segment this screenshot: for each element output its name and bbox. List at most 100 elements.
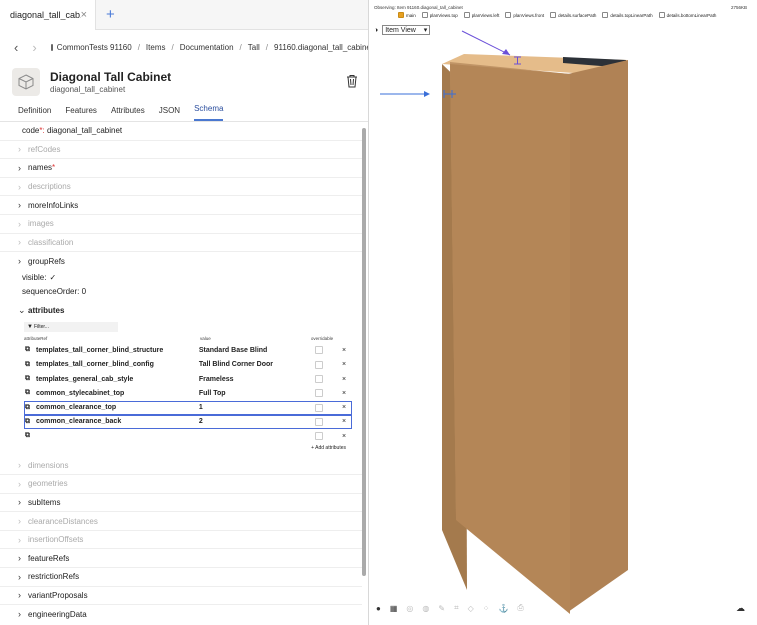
images-row[interactable]: › images (0, 215, 362, 234)
checkbox-checked[interactable] (398, 12, 404, 18)
layer-toggle[interactable]: details.surfacePath (550, 12, 596, 18)
table-row-selected[interactable]: ⧉ common_clearance_top 1 × (24, 400, 352, 415)
external-link-icon[interactable]: ⧉ (25, 361, 30, 369)
scrollbar[interactable] (362, 128, 366, 576)
external-link-icon[interactable]: ⧉ (25, 389, 30, 397)
attribute-ref[interactable]: common_clearance_back (36, 418, 121, 425)
grid-icon[interactable]: ▦ (390, 604, 398, 613)
names-row[interactable]: › names * (0, 159, 362, 178)
code-value[interactable]: diagonal_tall_cabinet (47, 126, 122, 135)
forward-icon[interactable]: › (32, 40, 36, 55)
restrictionrefs-row[interactable]: › restrictionRefs (0, 568, 362, 587)
add-attributes-button[interactable]: + Add attributes (24, 443, 352, 453)
breadcrumb-item[interactable]: Documentation (180, 43, 234, 52)
tab-definition[interactable]: Definition (18, 106, 51, 121)
table-row[interactable]: ⧉ common_stylecabinet_top Full Top × (24, 386, 352, 400)
overridable-checkbox[interactable] (315, 360, 324, 369)
layer-toggle[interactable]: planViews.front (505, 12, 544, 18)
layer-toggle[interactable]: details.bottomLinearPath (658, 12, 716, 18)
attribute-ref[interactable]: templates_tall_corner_blind_structure (36, 347, 163, 354)
pencil-icon[interactable]: ✎ (438, 604, 445, 613)
table-row[interactable]: ⧉ templates_general_cab_style Frameless × (24, 372, 352, 386)
tab-json[interactable]: JSON (159, 106, 180, 121)
tab-attributes[interactable]: Attributes (111, 106, 145, 121)
palette-icon[interactable]: ● (376, 604, 381, 613)
attribute-ref[interactable]: templates_tall_corner_blind_config (36, 361, 154, 368)
delete-icon[interactable]: × (337, 433, 351, 440)
back-icon[interactable]: ‹ (14, 40, 18, 55)
anchor-icon[interactable]: ⚓ (498, 604, 508, 613)
sphere-icon[interactable]: ◍ (422, 604, 429, 613)
attribute-value[interactable]: 1 (199, 404, 302, 411)
attribute-ref[interactable]: common_clearance_top (36, 404, 116, 411)
attribute-value[interactable]: 2 (199, 418, 302, 425)
featurerefs-row[interactable]: › featureRefs (0, 549, 362, 568)
layer-toggle[interactable]: details.topLinearPath (602, 12, 653, 18)
external-link-icon[interactable]: ⧉ (25, 346, 30, 354)
external-link-icon[interactable]: ⧉ (25, 375, 30, 383)
overridable-checkbox[interactable] (315, 389, 324, 398)
delete-icon[interactable]: × (337, 418, 351, 425)
grouprefs-row[interactable]: › groupRefs (0, 252, 362, 271)
sequence-order-value[interactable]: 0 (82, 287, 86, 296)
layer-toggle[interactable]: planViews.top (421, 12, 458, 18)
trash-icon[interactable] (346, 74, 358, 93)
descriptions-row[interactable]: › descriptions (0, 178, 362, 197)
table-row-empty[interactable]: ⧉ × (24, 429, 352, 443)
breadcrumb-item[interactable]: CommonTests 91160 (57, 43, 132, 52)
nodes-icon[interactable]: ⁘ (483, 604, 490, 613)
insertionoffsets-row[interactable]: › insertionOffsets (0, 531, 362, 550)
layer-toggle[interactable]: main (398, 12, 416, 18)
delete-icon[interactable]: × (337, 361, 351, 368)
refcodes-row[interactable]: › refCodes (0, 141, 362, 160)
checkbox[interactable] (421, 12, 428, 18)
overridable-checkbox[interactable] (315, 432, 324, 441)
tab-schema[interactable]: Schema (194, 104, 224, 121)
attribute-value[interactable]: Standard Base Blind (199, 347, 302, 354)
clearancedistances-row[interactable]: › clearanceDistances (0, 512, 362, 531)
delete-icon[interactable]: × (337, 347, 351, 354)
attribute-value[interactable]: Full Top (199, 390, 302, 397)
target-icon[interactable]: ◇ (468, 604, 474, 613)
table-row-selected[interactable]: ⧉ common_clearance_back 2 × (24, 414, 352, 430)
attributes-row[interactable]: ⌄ attributes (0, 301, 362, 320)
cloud-icon[interactable]: ☁ (736, 603, 745, 614)
add-tab-icon[interactable]: + (106, 6, 115, 23)
classification-row[interactable]: › classification (0, 234, 362, 253)
attribute-value[interactable]: Tall Blind Corner Door (199, 361, 302, 368)
frame-icon[interactable]: ⌗ (454, 603, 459, 613)
checkbox[interactable] (463, 12, 470, 18)
document-tab[interactable]: diagonal_tall_cab... × (0, 0, 96, 30)
layer-toggle[interactable]: planViews.left (463, 12, 499, 18)
subitems-row[interactable]: › subItems (0, 494, 362, 513)
external-link-icon[interactable]: ⧉ (25, 432, 30, 440)
delete-icon[interactable]: × (337, 376, 351, 383)
overridable-checkbox[interactable] (315, 417, 324, 426)
breadcrumb-item[interactable]: Tall (248, 43, 260, 52)
checkbox[interactable] (658, 12, 665, 18)
delete-icon[interactable]: × (337, 404, 351, 411)
breadcrumb-item[interactable]: 91160.diagonal_tall_cabinet (274, 43, 368, 52)
checkbox[interactable] (602, 12, 609, 18)
variantproposals-row[interactable]: › variantProposals (0, 587, 362, 606)
overridable-checkbox[interactable] (315, 375, 324, 384)
rotate-icon[interactable]: ◎ (406, 604, 413, 613)
checkbox[interactable] (505, 12, 512, 18)
moreinfolinks-row[interactable]: › moreInfoLinks (0, 196, 362, 215)
cabinet-3d-view[interactable] (370, 0, 757, 625)
table-row[interactable]: ⧉ templates_tall_corner_blind_config Tall… (24, 358, 352, 372)
geometries-row[interactable]: › geometries (0, 475, 362, 494)
view-dropdown[interactable]: Item View ▾ (382, 25, 431, 35)
table-row[interactable]: ⧉ templates_tall_corner_blind_structure S… (24, 343, 352, 357)
overridable-checkbox[interactable] (315, 403, 324, 412)
engineeringdata-row[interactable]: › engineeringData (0, 605, 362, 624)
external-link-icon[interactable]: ⧉ (25, 418, 30, 426)
attribute-value[interactable]: Frameless (199, 376, 302, 383)
tab-features[interactable]: Features (65, 106, 97, 121)
dimensions-row[interactable]: › dimensions (0, 456, 362, 476)
external-link-icon[interactable]: ⧉ (25, 404, 30, 412)
filter-input[interactable]: ▼ Filter... (24, 322, 118, 333)
delete-icon[interactable]: × (337, 390, 351, 397)
breadcrumb-item[interactable]: Items (146, 43, 166, 52)
checkbox[interactable] (550, 12, 557, 18)
